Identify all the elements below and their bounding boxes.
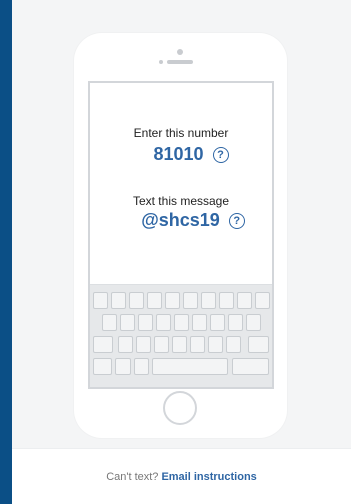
keyboard-key	[210, 314, 225, 331]
keyboard-key	[129, 292, 144, 309]
mic-key	[134, 358, 149, 375]
number-label: Enter this number	[133, 126, 229, 140]
keyboard-key	[172, 336, 187, 353]
keyboard-key	[147, 292, 162, 309]
footer: Can't text? Email instructions	[12, 448, 351, 504]
left-stripe	[0, 0, 12, 504]
number-value: 81010	[153, 144, 204, 164]
speaker-icon	[167, 60, 193, 64]
keyboard-key	[219, 292, 234, 309]
camera-icon	[177, 49, 183, 55]
phone-screen: Enter this number 81010 ? Text this mess…	[88, 81, 274, 389]
number-row: 81010 ?	[90, 144, 272, 165]
keyboard-key	[120, 314, 135, 331]
keyboard-key	[192, 314, 207, 331]
keyboard-key	[111, 292, 126, 309]
keyboard-key	[102, 314, 117, 331]
email-instructions-link[interactable]: Email instructions	[161, 471, 256, 483]
keyboard-key	[154, 336, 169, 353]
keyboard-key	[183, 292, 198, 309]
keyboard-key	[201, 292, 216, 309]
question-circle-icon[interactable]: ?	[212, 146, 229, 163]
keyboard-key	[255, 292, 270, 309]
keyboard-key	[156, 314, 171, 331]
keyboard-key	[246, 314, 261, 331]
keyboard-key	[165, 292, 180, 309]
cant-text-prompt: Can't text?	[106, 470, 159, 483]
sensor-icon	[159, 60, 163, 64]
keyboard-key	[228, 314, 243, 331]
space-key	[152, 358, 228, 375]
shift-key	[93, 336, 113, 353]
keyboard-key	[190, 336, 205, 353]
keyboard-illustration	[90, 284, 272, 387]
keyboard-key	[93, 292, 108, 309]
message-label: Text this message	[132, 194, 230, 208]
keyboard-key	[118, 336, 133, 353]
numbers-key	[93, 358, 112, 375]
keyboard-key	[226, 336, 241, 353]
keyboard-key	[208, 336, 223, 353]
keyboard-key	[237, 292, 252, 309]
return-key	[232, 358, 269, 375]
keyboard-key	[174, 314, 189, 331]
question-circle-icon[interactable]: ?	[228, 212, 245, 229]
keyboard-key	[136, 336, 151, 353]
keyboard-key	[138, 314, 153, 331]
message-row: @shcs19 ?	[90, 210, 272, 231]
globe-key	[115, 358, 131, 375]
phone-illustration: Enter this number 81010 ? Text this mess…	[74, 33, 287, 438]
message-value: @shcs19	[141, 210, 220, 230]
backspace-key	[248, 336, 269, 353]
home-button-icon	[163, 391, 197, 425]
